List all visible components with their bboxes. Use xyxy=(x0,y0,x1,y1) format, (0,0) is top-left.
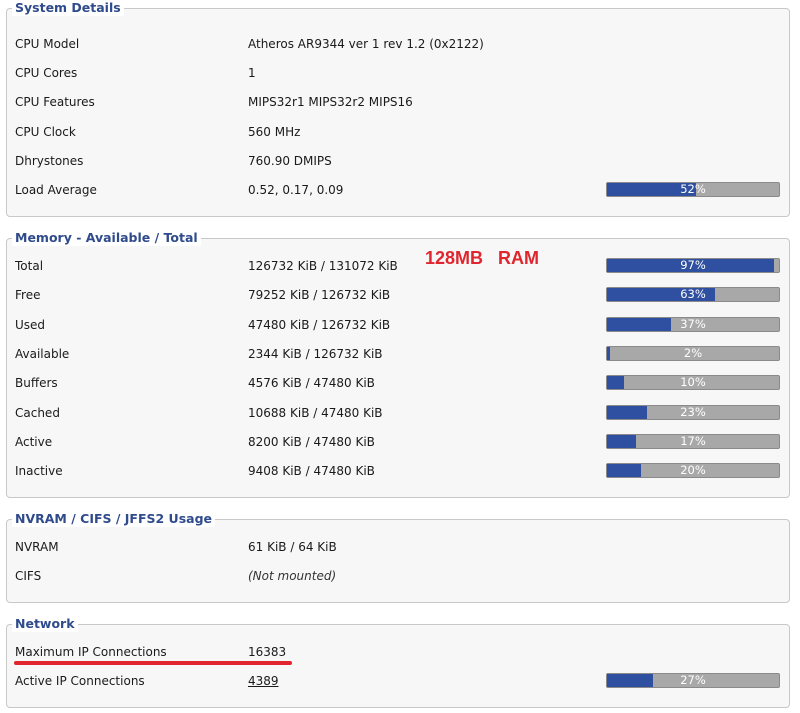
memory-inactive-bar-text: 20% xyxy=(680,463,706,477)
memory-legend: Memory - Available / Total xyxy=(12,230,201,246)
memory-used-bar: 37% xyxy=(606,317,780,332)
memory-active-label: Active xyxy=(15,435,53,449)
memory-used-value: 47480 KiB / 126732 KiB xyxy=(248,318,391,332)
row-memory-total: Total 126732 KiB / 131072 KiB 97% xyxy=(7,256,789,276)
memory-cached-label: Cached xyxy=(15,406,60,420)
row-load-average: Load Average 0.52, 0.17, 0.09 52% xyxy=(7,180,789,200)
row-memory-available: Available 2344 KiB / 126732 KiB 2% xyxy=(7,344,789,364)
nvram-legend: NVRAM / CIFS / JFFS2 Usage xyxy=(12,511,216,527)
memory-cached-bar: 23% xyxy=(606,405,780,420)
row-memory-cached: Cached 10688 KiB / 47480 KiB 23% xyxy=(7,403,789,423)
memory-buffers-bar-text: 10% xyxy=(680,375,706,389)
nvram-value: 61 KiB / 64 KiB xyxy=(248,540,337,554)
cpu-clock-value: 560 MHz xyxy=(248,125,301,139)
memory-buffers-value: 4576 KiB / 47480 KiB xyxy=(248,376,375,390)
active-ip-connections-bar-text: 27% xyxy=(680,673,706,687)
memory-available-bar: 2% xyxy=(606,346,780,361)
memory-total-label: Total xyxy=(15,259,44,273)
network-legend: Network xyxy=(12,616,78,632)
cifs-value: (Not mounted) xyxy=(248,569,337,583)
memory-active-value: 8200 KiB / 47480 KiB xyxy=(248,435,375,449)
cpu-clock-label: CPU Clock xyxy=(15,125,76,139)
memory-buffers-bar: 10% xyxy=(606,375,780,390)
memory-free-label: Free xyxy=(15,288,41,302)
nvram-label: NVRAM xyxy=(15,540,59,554)
row-memory-active: Active 8200 KiB / 47480 KiB 17% xyxy=(7,432,789,452)
dhrystones-label: Dhrystones xyxy=(15,154,84,168)
memory-free-bar-text: 63% xyxy=(680,287,706,301)
memory-inactive-label: Inactive xyxy=(15,464,63,478)
cpu-features-label: CPU Features xyxy=(15,95,95,109)
load-average-bar: 52% xyxy=(606,182,780,197)
memory-used-label: Used xyxy=(15,318,46,332)
active-ip-connections-bar: 27% xyxy=(606,673,780,688)
row-memory-buffers: Buffers 4576 KiB / 47480 KiB 10% xyxy=(7,373,789,393)
memory-available-bar-text: 2% xyxy=(683,346,703,360)
memory-inactive-value: 9408 KiB / 47480 KiB xyxy=(248,464,375,478)
load-average-label: Load Average xyxy=(15,183,97,197)
max-ip-connections-value: 16383 xyxy=(248,645,287,659)
memory-active-bar-text: 17% xyxy=(680,434,706,448)
row-memory-inactive: Inactive 9408 KiB / 47480 KiB 20% xyxy=(7,461,789,481)
nvram-section: NVRAM / CIFS / JFFS2 Usage NVRAM 61 KiB … xyxy=(6,511,790,603)
cpu-cores-value: 1 xyxy=(248,66,256,80)
max-ip-connections-label: Maximum IP Connections xyxy=(15,645,167,659)
memory-available-value: 2344 KiB / 126732 KiB xyxy=(248,347,383,361)
row-cpu-features: CPU Features MIPS32r1 MIPS32r2 MIPS16 xyxy=(7,92,789,112)
row-cpu-cores: CPU Cores 1 xyxy=(7,63,789,83)
active-ip-connections-link[interactable]: 4389 xyxy=(248,671,279,691)
cpu-model-value: Atheros AR9344 ver 1 rev 1.2 (0x2122) xyxy=(248,37,484,51)
memory-buffers-label: Buffers xyxy=(15,376,58,390)
row-memory-free: Free 79252 KiB / 126732 KiB 63% xyxy=(7,285,789,305)
row-dhrystones: Dhrystones 760.90 DMIPS xyxy=(7,151,789,171)
row-cifs: CIFS (Not mounted) xyxy=(7,566,789,586)
memory-total-bar: 97% xyxy=(606,258,780,273)
cpu-model-label: CPU Model xyxy=(15,37,80,51)
load-average-bar-text: 52% xyxy=(680,182,706,196)
memory-available-label: Available xyxy=(15,347,70,361)
cpu-features-value: MIPS32r1 MIPS32r2 MIPS16 xyxy=(248,95,413,109)
row-active-ip-connections: Active IP Connections 4389 27% xyxy=(7,671,789,691)
system-details-section: System Details CPU Model Atheros AR9344 … xyxy=(6,0,790,217)
active-ip-connections-label: Active IP Connections xyxy=(15,674,145,688)
memory-total-value: 126732 KiB / 131072 KiB xyxy=(248,259,398,273)
cpu-cores-label: CPU Cores xyxy=(15,66,78,80)
memory-active-bar: 17% xyxy=(606,434,780,449)
row-max-ip-connections: Maximum IP Connections 16383 xyxy=(7,642,789,662)
cifs-label: CIFS xyxy=(15,569,42,583)
row-nvram: NVRAM 61 KiB / 64 KiB xyxy=(7,537,789,557)
memory-free-bar: 63% xyxy=(606,287,780,302)
row-memory-used: Used 47480 KiB / 126732 KiB 37% xyxy=(7,315,789,335)
memory-cached-bar-text: 23% xyxy=(680,405,706,419)
memory-inactive-bar: 20% xyxy=(606,463,780,478)
system-details-legend: System Details xyxy=(12,0,124,16)
memory-cached-value: 10688 KiB / 47480 KiB xyxy=(248,406,383,420)
network-section: Network Maximum IP Connections 16383 Act… xyxy=(6,616,790,708)
memory-total-bar-text: 97% xyxy=(680,258,706,272)
row-cpu-clock: CPU Clock 560 MHz xyxy=(7,122,789,142)
memory-free-value: 79252 KiB / 126732 KiB xyxy=(248,288,391,302)
dhrystones-value: 760.90 DMIPS xyxy=(248,154,332,168)
load-average-value: 0.52, 0.17, 0.09 xyxy=(248,183,344,197)
memory-used-bar-text: 37% xyxy=(680,317,706,331)
red-underline-annotation xyxy=(14,661,292,665)
row-cpu-model: CPU Model Atheros AR9344 ver 1 rev 1.2 (… xyxy=(7,34,789,54)
memory-section: Memory - Available / Total 128MB RAM Tot… xyxy=(6,230,790,498)
